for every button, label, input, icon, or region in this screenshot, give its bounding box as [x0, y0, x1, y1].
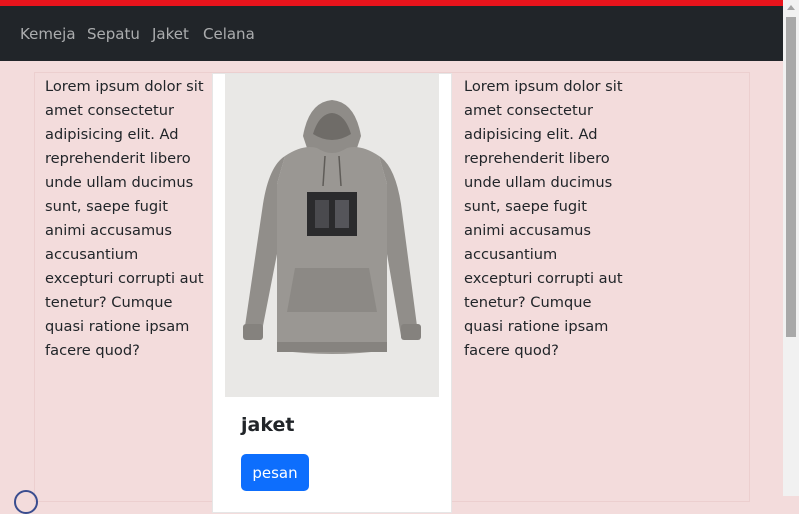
vertical-scrollbar[interactable]	[783, 0, 799, 496]
text-line: unde ullam ducimus	[464, 174, 613, 191]
hoodie-image	[225, 74, 439, 397]
order-button[interactable]: pesan	[241, 454, 309, 491]
product-card: jaket pesan	[212, 73, 452, 513]
text-line: Lorem ipsum dolor sit	[464, 78, 623, 95]
nav-link-sepatu[interactable]: Sepatu	[87, 24, 140, 44]
text-line: unde ullam ducimus	[45, 174, 194, 191]
text-line: excepturi corrupti aut	[45, 270, 204, 287]
text-line: amet consectetur	[464, 102, 593, 119]
text-line: reprehenderit libero	[45, 150, 191, 167]
text-line: amet consectetur	[45, 102, 174, 119]
text-line: facere quod?	[464, 342, 559, 359]
text-line: sunt, saepe fugit	[45, 198, 168, 215]
text-line: accusantium	[45, 246, 139, 263]
text-line: adipisicing elit. Ad	[45, 126, 179, 143]
scroll-up-arrow-icon[interactable]	[787, 5, 795, 10]
navbar: Kemeja Sepatu Jaket Celana	[0, 6, 783, 61]
right-text-column: Lorem ipsum dolor sit amet consectetur a…	[464, 75, 624, 363]
text-line: tenetur? Cumque	[45, 294, 173, 311]
hoodie-icon	[225, 74, 439, 397]
nav-link-celana[interactable]: Celana	[203, 24, 255, 44]
text-line: animi accusamus	[464, 222, 592, 239]
text-line: reprehenderit libero	[464, 150, 610, 167]
text-line: tenetur? Cumque	[464, 294, 592, 311]
scrollbar-thumb[interactable]	[786, 17, 796, 337]
text-line: Lorem ipsum dolor sit	[45, 78, 204, 95]
text-line: quasi ratione ipsam	[45, 318, 190, 335]
text-line: sunt, saepe fugit	[464, 198, 587, 215]
text-line: adipisicing elit. Ad	[464, 126, 598, 143]
left-text-column: Lorem ipsum dolor sit amet consectetur a…	[45, 75, 205, 363]
floating-circle-button[interactable]	[14, 490, 38, 514]
text-line: excepturi corrupti aut	[464, 270, 623, 287]
card-title: jaket	[241, 414, 295, 436]
text-line: quasi ratione ipsam	[464, 318, 609, 335]
text-line: animi accusamus	[45, 222, 173, 239]
main-content: Lorem ipsum dolor sit amet consectetur a…	[0, 61, 783, 513]
text-line: accusantium	[464, 246, 558, 263]
nav-link-kemeja[interactable]: Kemeja	[20, 24, 76, 44]
nav-link-jaket[interactable]: Jaket	[152, 24, 189, 44]
text-line: facere quod?	[45, 342, 140, 359]
